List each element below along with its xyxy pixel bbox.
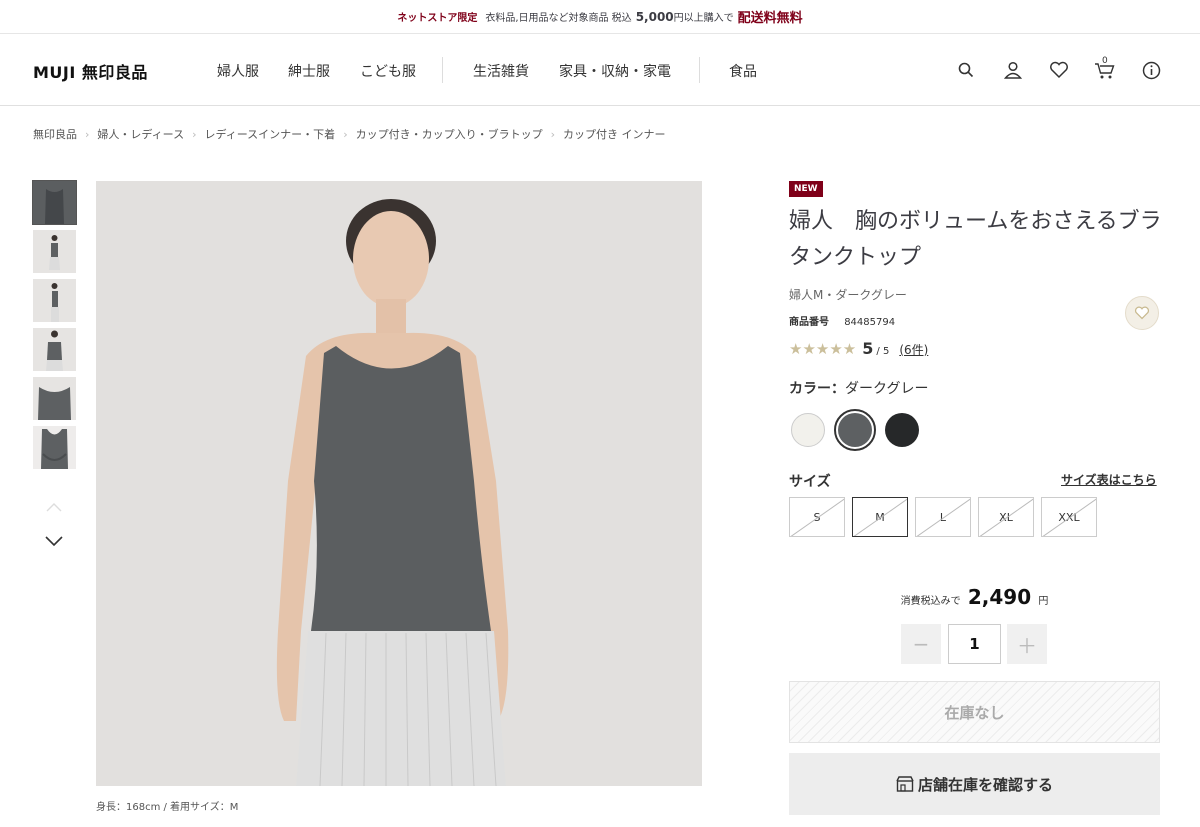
breadcrumb-item[interactable]: カップ付き インナー	[563, 126, 666, 142]
price-currency: 円	[1038, 596, 1049, 607]
quantity-decrease-button[interactable]: −	[901, 624, 941, 664]
size-label: サイズ	[789, 474, 831, 490]
breadcrumb-item[interactable]: レディースインナー・下着	[205, 126, 336, 142]
chevron-down-icon[interactable]	[44, 532, 64, 551]
promo-amount: 5,000	[635, 9, 674, 24]
sku-value: 84485794	[844, 317, 896, 328]
logo[interactable]: MUJI 無印良品	[33, 59, 148, 83]
size-option-m[interactable]: M	[852, 497, 908, 537]
check-store-stock-button[interactable]: 店舗在庫を確認する	[789, 753, 1160, 815]
chevron-right-icon: ›	[550, 127, 555, 141]
size-option-l[interactable]: L	[915, 497, 971, 537]
color-label: カラー：ダークグレー	[789, 378, 928, 398]
breadcrumb-item[interactable]: カップ付き・カップ入り・ブラトップ	[356, 126, 543, 142]
nav-kids[interactable]: こども服	[360, 61, 416, 81]
price-prefix: 消費税込みで	[900, 596, 961, 607]
rating-out-of: / 5	[876, 346, 890, 357]
heart-icon	[1135, 306, 1149, 320]
promo-suffix: 円以上購入で	[673, 13, 734, 24]
color-swatch-off-white[interactable]	[791, 413, 825, 447]
quantity-input[interactable]: 1	[948, 624, 1001, 664]
breadcrumb-item[interactable]: 婦人・レディース	[97, 126, 184, 142]
product-title: 婦人 胸のボリュームをおさえるブラタンクトップ	[789, 209, 1162, 270]
breadcrumb: 無印良品 › 婦人・レディース › レディースインナー・下着 › カップ付き・カ…	[33, 126, 666, 142]
account-icon[interactable]	[1002, 59, 1024, 81]
promo-highlight: 配送料無料	[737, 11, 803, 26]
nav-food[interactable]: 食品	[729, 61, 757, 81]
heart-icon[interactable]	[1048, 59, 1070, 81]
thumbnail[interactable]	[33, 328, 76, 371]
image-caption: 身長：168cm / 着用サイズ：M	[96, 802, 239, 813]
nav-furniture[interactable]: 家具・収納・家電	[559, 61, 671, 81]
store-icon	[896, 776, 914, 792]
size-option-xxl[interactable]: XXL	[1041, 497, 1097, 537]
new-badge: NEW	[789, 181, 823, 197]
nav-household[interactable]: 生活雑貨	[473, 61, 529, 81]
size-option-s[interactable]: S	[789, 497, 845, 537]
nav-mens[interactable]: 紳士服	[288, 61, 330, 81]
promo-text: 衣料品,日用品など対象商品 税込	[485, 13, 632, 24]
quantity-increase-button[interactable]: ＋	[1007, 624, 1047, 664]
product-sku: 商品番号 84485794	[789, 313, 895, 328]
rating-score: 5	[862, 339, 874, 358]
color-value: ダークグレー	[845, 381, 929, 397]
thumbnail[interactable]	[33, 230, 76, 273]
check-store-stock-label: 店舗在庫を確認する	[917, 775, 1053, 794]
color-label-text: カラー：	[789, 381, 845, 397]
color-swatch-black[interactable]	[885, 413, 919, 447]
info-icon[interactable]	[1140, 59, 1162, 81]
thumbnail[interactable]	[33, 377, 76, 420]
search-icon[interactable]	[955, 59, 977, 81]
chevron-right-icon: ›	[85, 127, 90, 141]
promo-tag: ネットストア限定	[397, 13, 478, 24]
size-option-xl[interactable]: XL	[978, 497, 1034, 537]
out-of-stock-button: 在庫なし	[789, 681, 1160, 743]
color-swatch-dark-gray[interactable]	[834, 409, 876, 451]
nav-womens[interactable]: 婦人服	[217, 61, 259, 81]
review-count-link[interactable]: (6件)	[899, 341, 928, 358]
thumbnail[interactable]	[33, 279, 76, 322]
price-value: 2,490	[967, 585, 1032, 609]
thumbnail[interactable]	[33, 426, 76, 469]
promo-bar: ネットストア限定 衣料品,日用品など対象商品 税込 5,000 円以上購入で 配…	[0, 0, 1200, 34]
nav-divider	[442, 57, 443, 83]
price: 消費税込みで 2,490 円	[789, 585, 1160, 609]
site-header: MUJI 無印良品 婦人服 紳士服 こども服 生活雑貨 家具・収納・家電 食品 …	[0, 35, 1200, 106]
favorite-button[interactable]	[1125, 296, 1159, 330]
product-variant: 婦人M・ダークグレー	[789, 288, 907, 302]
cart-icon[interactable]: 0	[1094, 56, 1116, 81]
cart-count: 0	[1102, 56, 1108, 66]
sku-label: 商品番号	[789, 317, 829, 328]
rating: ★★★★★ 5 / 5 (6件)	[789, 339, 928, 358]
chevron-right-icon: ›	[192, 127, 197, 141]
breadcrumb-item[interactable]: 無印良品	[33, 126, 77, 142]
nav-divider	[699, 57, 700, 83]
size-chart-link[interactable]: サイズ表はこちら	[1061, 471, 1157, 488]
star-icons: ★★★★★	[789, 340, 857, 358]
product-main-image	[96, 181, 702, 786]
chevron-right-icon: ›	[343, 127, 348, 141]
thumbnail[interactable]	[32, 180, 77, 225]
chevron-up-icon[interactable]	[46, 497, 62, 516]
